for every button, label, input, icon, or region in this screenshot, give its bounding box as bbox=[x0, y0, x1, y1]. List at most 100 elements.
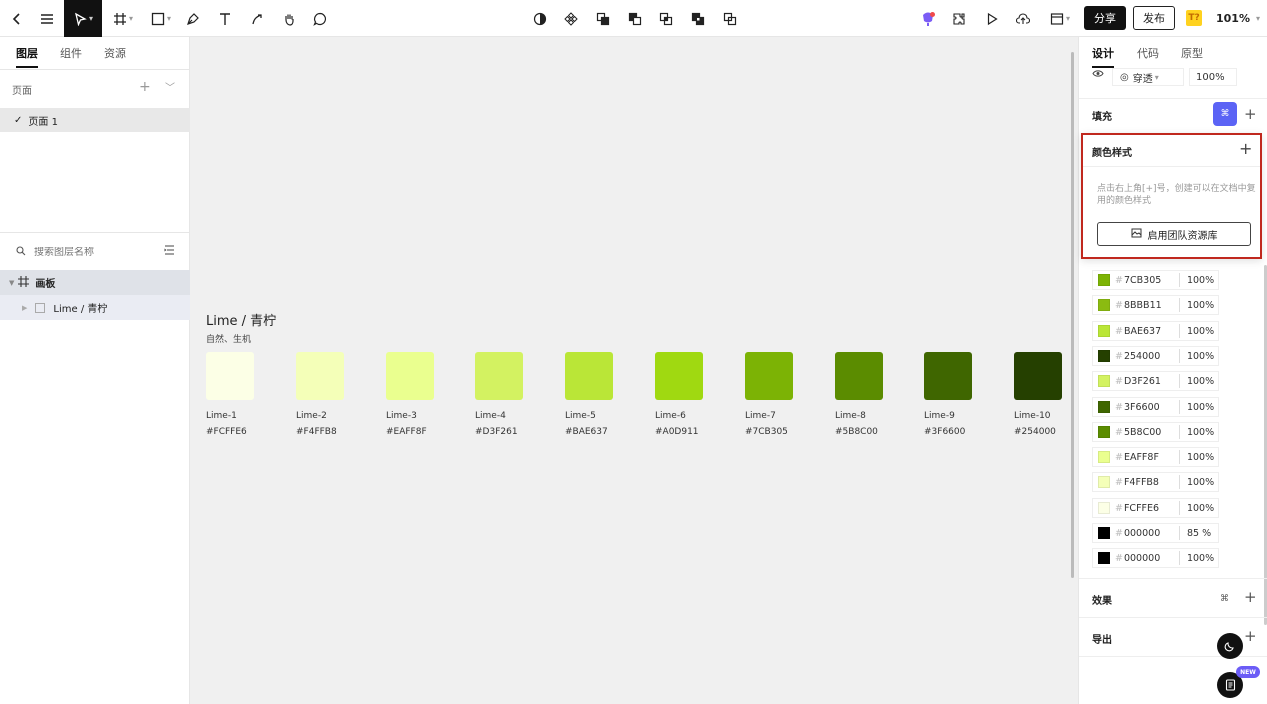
layer-child-row[interactable]: ▶ Lime / 青柠 bbox=[0, 295, 190, 320]
search-input[interactable] bbox=[34, 246, 154, 258]
plan-badge[interactable]: T? bbox=[1186, 10, 1202, 26]
fill-opacity-value[interactable]: 100% bbox=[1187, 300, 1214, 311]
component-icon[interactable] bbox=[562, 0, 580, 37]
color-swatch[interactable] bbox=[655, 352, 703, 400]
expand-icon[interactable]: ▼ bbox=[9, 279, 14, 287]
fill-opacity-value[interactable]: 100% bbox=[1187, 452, 1214, 463]
style-icon[interactable]: ⌘ bbox=[1213, 102, 1237, 126]
fill-row[interactable]: #000000 85 % bbox=[1092, 523, 1219, 543]
fill-hex-value[interactable]: 3F6600 bbox=[1124, 402, 1172, 413]
fill-color-chip[interactable] bbox=[1098, 476, 1110, 488]
fill-row[interactable]: # BAE637 100% bbox=[1092, 321, 1219, 341]
fill-color-chip[interactable] bbox=[1098, 451, 1110, 463]
fill-row[interactable]: #254000 100% bbox=[1092, 346, 1219, 366]
tab-layers[interactable]: 图层 bbox=[16, 45, 38, 68]
fill-hex-value[interactable]: 8BBB11 bbox=[1124, 300, 1172, 311]
rectangle-tool-icon[interactable]: ▾ bbox=[148, 0, 174, 37]
scrollbar[interactable] bbox=[1071, 52, 1074, 578]
fill-color-chip[interactable] bbox=[1098, 527, 1110, 539]
fill-row[interactable]: #3F6600 100% bbox=[1092, 397, 1219, 417]
fill-hex-value[interactable]: D3F261 bbox=[1124, 376, 1172, 387]
fill-color-chip[interactable] bbox=[1098, 502, 1110, 514]
color-swatch[interactable] bbox=[745, 352, 793, 400]
fill-hex-value[interactable]: 254000 bbox=[1124, 351, 1172, 362]
fill-opacity-value[interactable]: 100% bbox=[1187, 275, 1214, 286]
collapse-icon[interactable]: ▶ bbox=[22, 304, 27, 312]
fill-row[interactable]: #8BBB11 100% bbox=[1092, 295, 1219, 315]
fill-row[interactable]: # D3F261 100% bbox=[1092, 371, 1219, 391]
zoom-select[interactable]: 101% ▾ bbox=[1216, 0, 1260, 37]
tab-prototype[interactable]: 原型 bbox=[1181, 45, 1203, 61]
fill-opacity-value[interactable]: 100% bbox=[1187, 351, 1214, 362]
comment-tool-icon[interactable] bbox=[311, 0, 329, 37]
fill-color-chip[interactable] bbox=[1098, 375, 1110, 387]
boolean-intersect-icon[interactable] bbox=[657, 0, 675, 37]
color-swatch[interactable] bbox=[924, 352, 972, 400]
color-swatch[interactable] bbox=[835, 352, 883, 400]
boolean-union-icon[interactable] bbox=[594, 0, 612, 37]
canvas[interactable]: Lime / 青柠 自然、生机 Lime-1 #FCFFE6 Lime-2 #F4FF… bbox=[191, 37, 1078, 704]
fill-hex-value[interactable]: BAE637 bbox=[1124, 326, 1172, 337]
fill-hex-value[interactable]: 000000 bbox=[1124, 528, 1172, 539]
fill-hex-value[interactable]: 7CB305 bbox=[1124, 275, 1172, 286]
color-swatch[interactable] bbox=[386, 352, 434, 400]
fill-opacity-value[interactable]: 85 % bbox=[1187, 528, 1211, 539]
fill-color-chip[interactable] bbox=[1098, 401, 1110, 413]
add-fill-icon[interactable]: + bbox=[1244, 105, 1257, 123]
boolean-exclude-icon[interactable] bbox=[689, 0, 707, 37]
fill-row[interactable]: #5B8C00 100% bbox=[1092, 422, 1219, 442]
enable-team-library-button[interactable]: 启用团队资源库 bbox=[1097, 222, 1251, 246]
fill-color-chip[interactable] bbox=[1098, 552, 1110, 564]
theme-toggle-icon[interactable] bbox=[1217, 633, 1243, 659]
fill-opacity-value[interactable]: 100% bbox=[1187, 402, 1214, 413]
tab-design[interactable]: 设计 bbox=[1092, 45, 1114, 68]
fill-opacity-value[interactable]: 100% bbox=[1187, 503, 1214, 514]
hand-tool-icon[interactable] bbox=[280, 0, 298, 37]
fill-hex-value[interactable]: F4FFB8 bbox=[1124, 477, 1172, 488]
menu-icon[interactable] bbox=[36, 0, 58, 37]
fill-color-chip[interactable] bbox=[1098, 426, 1110, 438]
pencil-tool-icon[interactable] bbox=[248, 0, 266, 37]
chevron-down-icon[interactable]: ﹀ bbox=[165, 79, 175, 94]
contrast-icon[interactable] bbox=[531, 0, 549, 37]
add-effect-icon[interactable]: + bbox=[1244, 588, 1257, 606]
boolean-subtract-icon[interactable] bbox=[626, 0, 644, 37]
share-button[interactable]: 分享 bbox=[1084, 6, 1126, 30]
fill-hex-value[interactable]: 000000 bbox=[1124, 553, 1172, 564]
filter-icon[interactable] bbox=[164, 245, 175, 258]
fill-color-chip[interactable] bbox=[1098, 325, 1110, 337]
add-page-icon[interactable]: + bbox=[139, 79, 151, 95]
fill-opacity-value[interactable]: 100% bbox=[1187, 477, 1214, 488]
style-icon[interactable]: ⌘ bbox=[1220, 594, 1229, 604]
fill-hex-value[interactable]: FCFFE6 bbox=[1124, 503, 1172, 514]
eye-icon[interactable] bbox=[1092, 69, 1104, 81]
fill-row[interactable]: # FCFFE6 100% bbox=[1092, 498, 1219, 518]
layer-opacity-input[interactable]: 100% bbox=[1189, 68, 1237, 86]
fill-row[interactable]: #000000 100% bbox=[1092, 548, 1219, 568]
fill-hex-value[interactable]: 5B8C00 bbox=[1124, 427, 1172, 438]
tab-code[interactable]: 代码 bbox=[1137, 45, 1159, 61]
fill-opacity-value[interactable]: 100% bbox=[1187, 376, 1214, 387]
pen-tool-icon[interactable] bbox=[184, 0, 202, 37]
fill-opacity-value[interactable]: 100% bbox=[1187, 326, 1214, 337]
move-tool-icon[interactable]: ▾ bbox=[64, 0, 102, 37]
fill-color-chip[interactable] bbox=[1098, 299, 1110, 311]
tab-assets[interactable]: 资源 bbox=[104, 45, 126, 61]
back-icon[interactable] bbox=[6, 0, 28, 37]
page-item[interactable]: ✓ 页面 1 bbox=[0, 108, 190, 132]
tab-components[interactable]: 组件 bbox=[60, 45, 82, 61]
fill-hex-value[interactable]: EAFF8F bbox=[1124, 452, 1172, 463]
fill-row[interactable]: # F4FFB8 100% bbox=[1092, 472, 1219, 492]
text-tool-icon[interactable] bbox=[216, 0, 234, 37]
color-swatch[interactable] bbox=[565, 352, 613, 400]
color-swatch[interactable] bbox=[475, 352, 523, 400]
boolean-flatten-icon[interactable] bbox=[721, 0, 739, 37]
plugin-icon[interactable] bbox=[950, 0, 968, 37]
fill-color-chip[interactable] bbox=[1098, 274, 1110, 286]
blend-mode-select[interactable]: ◎ 穿透 ▾ bbox=[1112, 68, 1184, 86]
fill-opacity-value[interactable]: 100% bbox=[1187, 553, 1214, 564]
color-swatch[interactable] bbox=[1014, 352, 1062, 400]
play-icon[interactable] bbox=[983, 0, 1001, 37]
fill-row[interactable]: #7CB305 100% bbox=[1092, 270, 1219, 290]
frame-tool-icon[interactable]: ▾ bbox=[110, 0, 136, 37]
